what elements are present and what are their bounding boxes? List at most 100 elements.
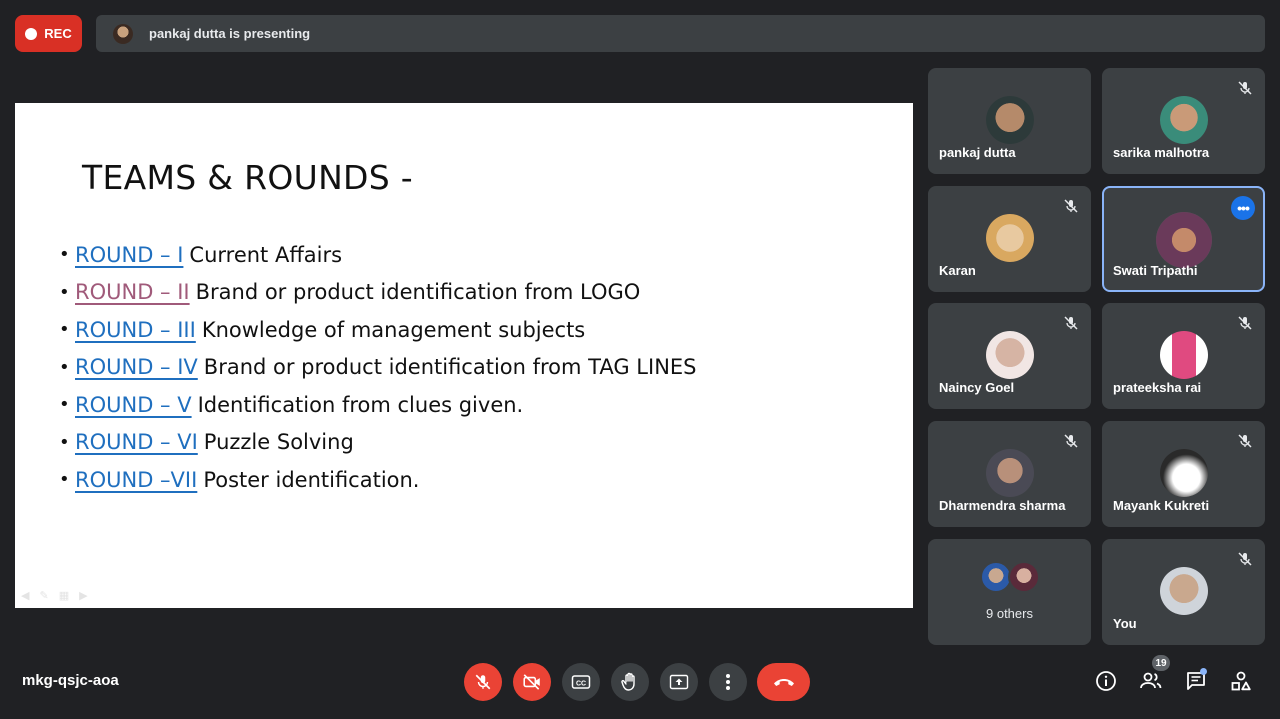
list-item: • ROUND – V Identification from clues give… [59,386,697,424]
round-text: Identification from clues given. [197,392,524,417]
mic-off-icon [1238,81,1252,95]
round-link[interactable]: ROUND – V [75,393,192,417]
avatar [985,214,1034,262]
mic-off-icon [1238,434,1252,448]
bullet-icon: • [59,356,70,378]
round-link[interactable]: ROUND – IV [75,355,198,379]
bullet-icon: • [59,319,70,341]
participant-name: Dharmendra sharma [939,498,1066,513]
list-item: • ROUND – VI Puzzle Solving [59,424,697,462]
participant-tile[interactable]: pankaj dutta [928,68,1091,174]
meeting-details-button[interactable] [1093,668,1119,694]
bullet-icon: • [59,244,70,266]
round-text: Puzzle Solving [203,430,354,455]
self-tile[interactable]: You [1102,539,1265,645]
camera-off-icon [523,674,540,690]
presenting-text: pankaj dutta is presenting [149,26,311,41]
list-item: • ROUND – IV Brand or product identificati… [59,349,697,387]
avatar [1155,212,1212,268]
meeting-code: mkg-qsjc-aoa [22,672,119,689]
raise-hand-icon [621,672,635,691]
list-item: • ROUND – I Current Affairs [59,236,697,274]
list-item: • ROUND –VII Poster identification. [59,461,697,499]
bullet-icon: • [59,394,70,416]
round-link[interactable]: ROUND – I [75,243,183,267]
others-avatars [979,561,1040,593]
presenting-banner[interactable]: pankaj dutta is presenting [96,15,1265,52]
participant-tile[interactable]: Mayank Kukreti [1102,421,1265,527]
others-tile[interactable]: 9 others [928,539,1091,645]
pen-icon[interactable]: ✎ [39,589,48,602]
people-icon [1140,672,1162,689]
end-call-icon [773,679,794,686]
info-icon [1096,671,1116,691]
participant-name: prateeksha rai [1113,380,1202,395]
present-button[interactable] [660,663,698,701]
bullet-icon: • [59,281,70,303]
more-options-button[interactable] [709,663,747,701]
camera-toggle-button[interactable] [513,663,551,701]
mic-toggle-button[interactable] [464,663,502,701]
round-text: Brand or product identification from LOG… [195,280,641,305]
prev-slide-icon[interactable]: ◀ [21,589,29,602]
activities-button[interactable] [1228,668,1254,694]
next-slide-icon[interactable]: ▶ [79,589,87,602]
more-options-icon[interactable]: ••• [1231,196,1255,220]
unread-indicator [1200,668,1207,675]
record-dot-icon [25,27,38,40]
presenter-avatar [113,23,133,44]
mic-off-icon [475,674,491,690]
round-link[interactable]: ROUND – VI [75,430,198,454]
participant-tile[interactable]: Karan [928,186,1091,292]
presentation-slide: TEAMS & ROUNDS - • ROUND – I Current Affai… [15,103,913,608]
participant-name: Naincy Goel [939,380,1015,395]
mic-off-icon [1064,316,1078,330]
round-link[interactable]: ROUND –VII [75,468,197,492]
list-item: • ROUND – III Knowledge of management subj… [59,311,697,349]
others-count: 9 others [986,606,1033,621]
participant-tile[interactable]: sarika malhotra [1102,68,1265,174]
bullet-icon: • [59,431,70,453]
activities-icon [1231,671,1251,691]
svg-text:CC: CC [576,681,586,688]
avatar [985,96,1034,144]
present-icon [669,674,689,690]
participant-name: Karan [939,263,976,278]
participant-tile[interactable]: Dharmendra sharma [928,421,1091,527]
meet-window: REC pankaj dutta is presenting TEAMS & R… [0,0,1280,719]
participant-name: sarika malhotra [1113,145,1210,160]
avatar [1159,96,1208,144]
round-text: Current Affairs [189,242,343,267]
raise-hand-button[interactable] [611,663,649,701]
avatar [979,561,1012,593]
avatar [1007,561,1040,593]
avatar [985,449,1034,497]
round-link[interactable]: ROUND – III [75,318,196,342]
participant-tile[interactable]: Naincy Goel [928,303,1091,409]
captions-button[interactable]: CC [562,663,600,701]
avatar [1159,567,1208,615]
people-button[interactable] [1138,668,1164,694]
people-count-badge: 19 [1152,655,1170,671]
participant-tile[interactable]: prateeksha rai [1102,303,1265,409]
round-text: Knowledge of management subjects [201,317,586,342]
more-icon [726,674,730,690]
slides-icon[interactable]: ▦ [59,589,69,602]
round-text: Brand or product identification from TAG… [203,355,697,380]
captions-icon: CC [571,675,591,689]
round-link[interactable]: ROUND – II [75,280,190,304]
mic-off-icon [1064,434,1078,448]
participant-name: pankaj dutta [939,145,1016,160]
mic-off-icon [1064,199,1078,213]
participant-tile-active[interactable]: ••• Swati Tripathi [1102,186,1265,292]
participant-name: Swati Tripathi [1113,263,1198,278]
participant-name: Mayank Kukreti [1113,498,1210,513]
recording-indicator: REC [15,15,82,52]
slide-toolbar: ◀ ✎ ▦ ▶ [21,589,88,602]
slide-title: TEAMS & ROUNDS - [82,158,414,197]
bullet-icon: • [59,469,70,491]
rounds-list: • ROUND – I Current Affairs • ROUND – II Bra… [59,236,697,499]
list-item: • ROUND – II Brand or product identificati… [59,274,697,312]
participant-name: You [1113,616,1137,631]
end-call-button[interactable] [757,663,810,701]
